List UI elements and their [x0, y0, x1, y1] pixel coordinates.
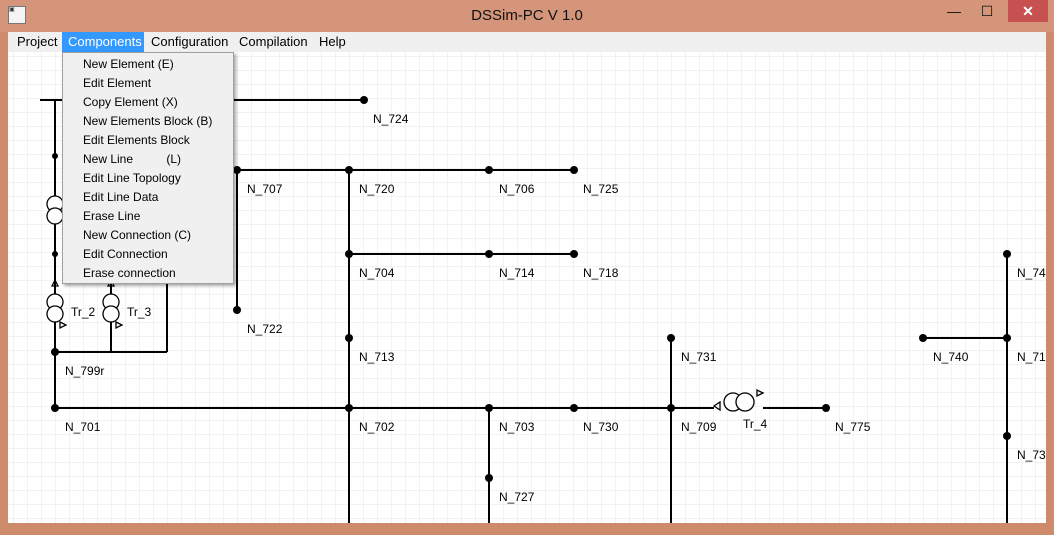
label-n73x: N_73	[1017, 448, 1046, 462]
label-n703: N_703	[499, 420, 535, 434]
node-n706[interactable]	[485, 166, 493, 174]
menu-erase-line[interactable]: Erase Line	[83, 207, 140, 225]
node-n730[interactable]	[570, 404, 578, 412]
label-n725: N_725	[583, 182, 619, 196]
node-n704[interactable]	[345, 250, 353, 258]
node-n74x[interactable]	[1003, 250, 1011, 258]
menu-edit-connection[interactable]: Edit Connection	[83, 245, 168, 263]
menu-copy-element[interactable]: Copy Element (X)	[83, 93, 178, 111]
label-n707: N_707	[247, 182, 283, 196]
maximize-button[interactable]: ☐	[972, 0, 1002, 22]
close-button[interactable]: ✕	[1008, 0, 1048, 22]
label-n713: N_713	[359, 350, 395, 364]
label-n709: N_709	[681, 420, 717, 434]
node-n709[interactable]	[667, 404, 675, 412]
label-n727: N_727	[499, 490, 535, 504]
title-bar[interactable]: ▣ DSSim-PC V 1.0 — ☐ ✕	[0, 0, 1054, 32]
label-n704: N_704	[359, 266, 395, 280]
node-trafo-top-b[interactable]	[52, 251, 58, 257]
label-n718: N_718	[583, 266, 619, 280]
menu-help[interactable]: Help	[313, 32, 352, 52]
node-n702[interactable]	[345, 404, 353, 412]
node-n703[interactable]	[485, 404, 493, 412]
node-n731[interactable]	[667, 334, 675, 342]
label-n722: N_722	[247, 322, 283, 336]
menu-erase-connection[interactable]: Erase connection	[83, 264, 176, 282]
label-n730: N_730	[583, 420, 619, 434]
node-n718[interactable]	[570, 250, 578, 258]
node-n71x[interactable]	[1003, 334, 1011, 342]
menu-new-line[interactable]: New Line (L)	[83, 150, 181, 168]
label-n731: N_731	[681, 350, 717, 364]
menu-new-connection[interactable]: New Connection (C)	[83, 226, 191, 244]
node-n740[interactable]	[919, 334, 927, 342]
node-trafo-top-a[interactable]	[52, 153, 58, 159]
node-n722[interactable]	[233, 306, 241, 314]
node-n720[interactable]	[345, 166, 353, 174]
node-n713[interactable]	[345, 334, 353, 342]
label-n71x: N_71	[1017, 350, 1046, 364]
window-bottom-border	[8, 523, 1046, 535]
transformer-tr1-symbol[interactable]	[46, 195, 64, 225]
label-n714: N_714	[499, 266, 535, 280]
menu-new-element[interactable]: New Element (E)	[83, 55, 174, 73]
menu-configuration[interactable]: Configuration	[145, 32, 234, 52]
node-n775[interactable]	[822, 404, 830, 412]
menu-edit-line-topology[interactable]: Edit Line Topology	[83, 169, 181, 187]
menu-components[interactable]: Components	[62, 32, 144, 52]
node-n701[interactable]	[51, 404, 59, 412]
label-n74x: N_74	[1017, 266, 1046, 280]
menu-edit-elements-block[interactable]: Edit Elements Block	[83, 131, 190, 149]
label-tr3: Tr_3	[127, 305, 152, 319]
app-window: ▣ DSSim-PC V 1.0 — ☐ ✕ Project Component…	[0, 0, 1054, 535]
label-n775: N_775	[835, 420, 871, 434]
label-n720: N_720	[359, 182, 395, 196]
window-title: DSSim-PC V 1.0	[471, 7, 583, 24]
label-n799r: N_799r	[65, 364, 104, 378]
label-tr2: Tr_2	[71, 305, 96, 319]
node-n725[interactable]	[570, 166, 578, 174]
label-n701: N_701	[65, 420, 101, 434]
node-n727[interactable]	[485, 474, 493, 482]
label-tr4: Tr_4	[743, 417, 768, 431]
node-n724[interactable]	[360, 96, 368, 104]
minimize-button[interactable]: —	[940, 0, 968, 22]
label-n702: N_702	[359, 420, 395, 434]
label-n740: N_740	[933, 350, 969, 364]
menu-bar: Project Components Configuration Compila…	[8, 32, 1046, 52]
menu-new-elements-block[interactable]: New Elements Block (B)	[83, 112, 212, 130]
menu-edit-line-data[interactable]: Edit Line Data	[83, 188, 158, 206]
label-n706: N_706	[499, 182, 535, 196]
menu-edit-element[interactable]: Edit Element	[83, 74, 151, 92]
node-n799r[interactable]	[51, 348, 59, 356]
menu-project[interactable]: Project	[11, 32, 63, 52]
node-n73x[interactable]	[1003, 432, 1011, 440]
menu-compilation[interactable]: Compilation	[233, 32, 314, 52]
node-n707[interactable]	[233, 166, 241, 174]
label-n724: N_724	[373, 112, 409, 126]
node-n714[interactable]	[485, 250, 493, 258]
components-dropdown-menu: New Element (E) Edit Element Copy Elemen…	[62, 52, 234, 284]
